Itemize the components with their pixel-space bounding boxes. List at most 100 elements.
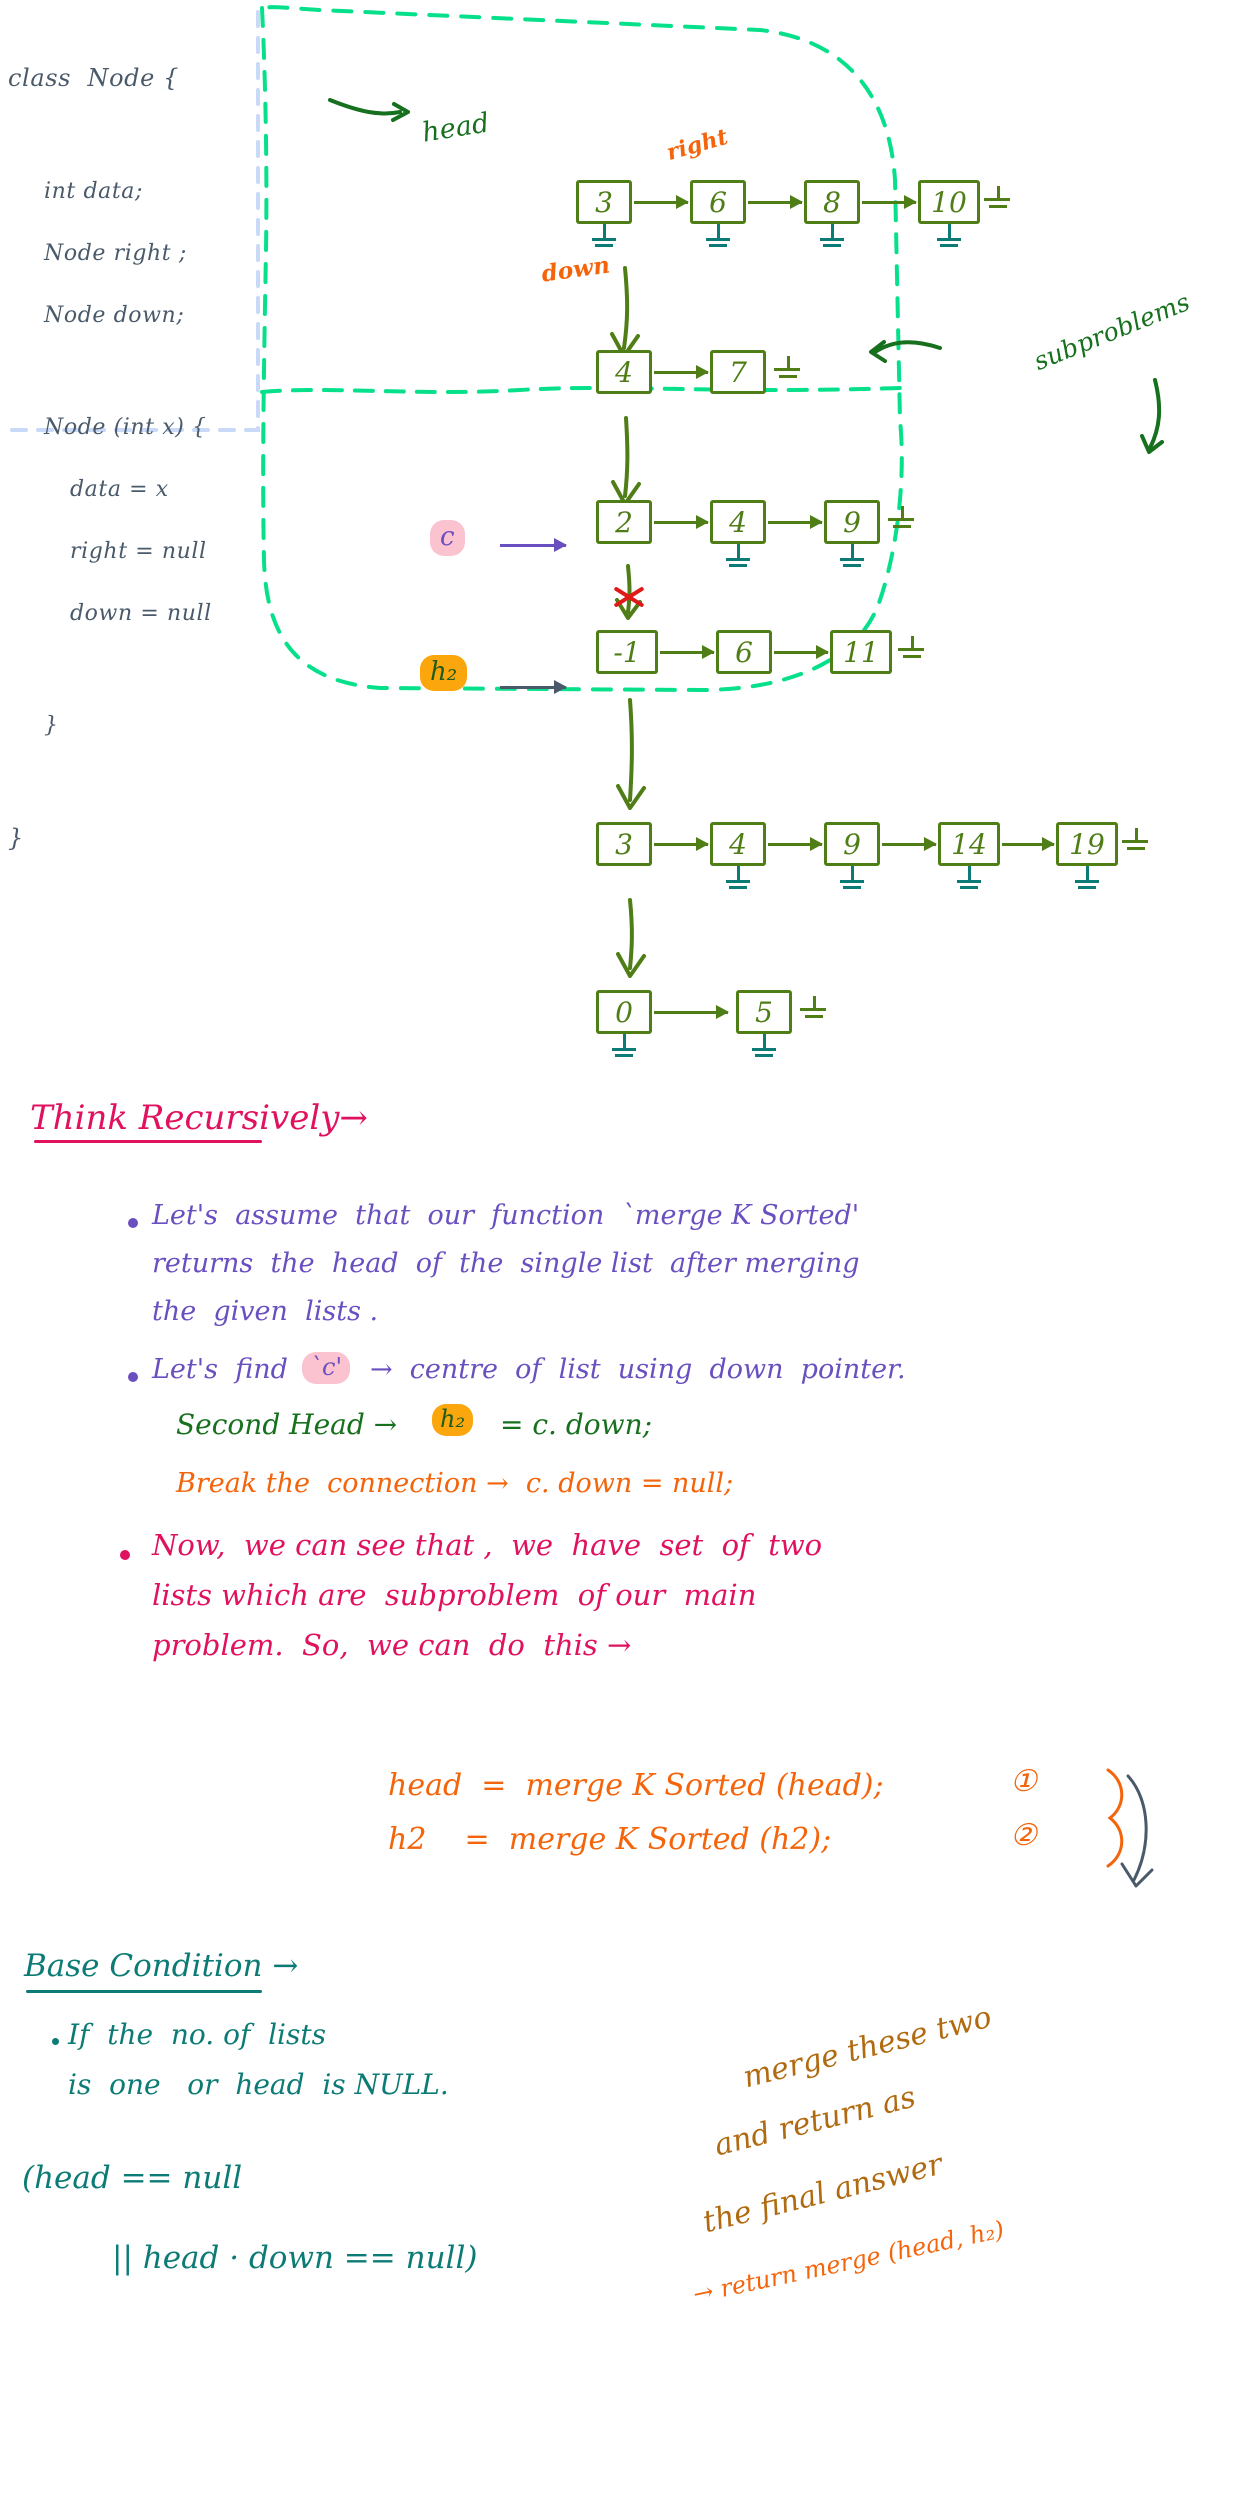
row1-null-terminator xyxy=(984,186,1012,212)
recursive-call-line-2: h2 = merge K Sorted (h2); xyxy=(388,1822,832,1857)
bullet-2-prefix: Let's find xyxy=(152,1354,288,1385)
node-row4-1: -1 xyxy=(596,630,658,674)
break-connection-line: Break the connection → c. down = null; xyxy=(176,1468,734,1499)
node-class-code-block: class Node { int data; Node right ; Node… xyxy=(8,28,212,889)
base-condition-line-2: is one or head is NULL. xyxy=(68,2068,449,2101)
subproblems-hook-shaft xyxy=(1148,378,1162,450)
second-head-equation: = c. down; xyxy=(500,1408,653,1441)
code-line-6: data = x xyxy=(70,477,169,503)
node-row1-2-down-stub xyxy=(705,224,731,247)
code-line-10: } xyxy=(8,823,24,852)
row5-null-terminator xyxy=(1122,828,1150,854)
merge-note-line-3: the final answer xyxy=(699,2146,946,2241)
bullet-3-line-1: Now, we can see that , we have set of tw… xyxy=(152,1528,823,1562)
code-line-4: Node down; xyxy=(44,303,185,329)
arrow-row3-2-3 xyxy=(768,515,823,529)
node-row3-3-down-stub xyxy=(839,544,865,567)
bullet-1-line-3: the given lists . xyxy=(152,1296,379,1327)
row3-null-terminator xyxy=(888,506,916,532)
code-line-2: int data; xyxy=(44,178,144,204)
think-recursively-heading: Think Recursively→ xyxy=(30,1098,368,1138)
node-row5-1: 3 xyxy=(596,822,652,866)
bullet-2-c-chip: `c' xyxy=(302,1352,351,1384)
bullet-3-line-3: problem. So, we can do this → xyxy=(152,1628,632,1662)
right-label: right xyxy=(663,123,731,167)
head-arrow-head xyxy=(391,102,410,122)
arrow-row4-2-3 xyxy=(774,645,829,659)
bullet-2-marker xyxy=(128,1372,138,1382)
merge-note-line-1: merge these two xyxy=(739,1999,996,2096)
base-condition-code-line-1: (head == null xyxy=(22,2160,243,2196)
think-recursively-underline xyxy=(34,1140,262,1143)
bullet-3-marker xyxy=(120,1550,130,1560)
code-line-7: right = null xyxy=(70,539,207,565)
recursive-call-2-number: ② xyxy=(1010,1818,1037,1853)
head-label: head xyxy=(420,107,492,149)
recursive-call-line-1: head = merge K Sorted (head); xyxy=(388,1768,884,1803)
subproblems-hook-head xyxy=(1140,434,1164,454)
node-row4-3: 11 xyxy=(830,630,892,674)
break-connection-x-icon xyxy=(612,580,646,614)
whiteboard-canvas: class Node { int data; Node right ; Node… xyxy=(0,0,1241,2500)
node-row1-4: 10 xyxy=(918,180,980,224)
node-row4-2: 6 xyxy=(716,630,772,674)
base-condition-code-line-2: || head · down == null) xyxy=(112,2240,478,2276)
arrow-row3-1-2 xyxy=(654,515,709,529)
centre-pointer-chip-c: c xyxy=(430,520,465,556)
code-line-8: down = null xyxy=(70,601,212,627)
down-label: down xyxy=(539,251,612,288)
node-row3-2-down-stub xyxy=(725,544,751,567)
node-row2-2: 7 xyxy=(710,350,766,394)
row2-null-terminator xyxy=(774,356,802,382)
recursive-call-1-number: ① xyxy=(1010,1764,1037,1799)
second-head-h2-chip: h₂ xyxy=(432,1404,474,1436)
node-row3-3: 9 xyxy=(824,500,880,544)
down-arrow-5-head xyxy=(616,952,646,978)
node-row5-3: 9 xyxy=(824,822,880,866)
code-line-1: class Node { xyxy=(8,63,180,92)
h2-to-node-arrow xyxy=(500,680,567,694)
down-arrow-5-shaft xyxy=(628,898,634,970)
node-row6-2-down-stub xyxy=(751,1034,777,1057)
bullet-2-suffix: → centre of list using down pointer. xyxy=(370,1354,906,1385)
base-bullet-marker xyxy=(52,2038,59,2045)
head-arrow-shaft xyxy=(328,98,402,116)
arrow-row6-1-2 xyxy=(654,1005,729,1019)
down-arrow-1-shaft xyxy=(622,266,630,350)
row4-null-terminator xyxy=(898,636,926,662)
subproblems-arrow-shaft xyxy=(873,340,942,354)
node-row6-1: 0 xyxy=(596,990,652,1034)
arrow-row1-2-3 xyxy=(748,195,803,209)
node-row3-2: 4 xyxy=(710,500,766,544)
bullet-3-line-2: lists which are subproblem of our main xyxy=(152,1578,757,1612)
subproblem-outer-dashed-boundary xyxy=(259,5,904,693)
base-condition-underline xyxy=(26,1990,262,1993)
list-split-dashed-line xyxy=(260,386,902,394)
arrow-row1-3-4 xyxy=(862,195,917,209)
c-to-node-arrow xyxy=(500,538,567,552)
merge-note-line-2: and return as xyxy=(710,2079,920,2164)
node-row6-2: 5 xyxy=(736,990,792,1034)
arrow-row4-1-2 xyxy=(660,645,715,659)
node-row3-1: 2 xyxy=(596,500,652,544)
node-row1-3: 8 xyxy=(804,180,860,224)
node-row1-3-down-stub xyxy=(819,224,845,247)
node-row5-5-down-stub xyxy=(1074,866,1100,889)
base-condition-heading: Base Condition → xyxy=(24,1948,299,1984)
arrow-row2-1-2 xyxy=(654,365,709,379)
row6-null-terminator xyxy=(800,996,828,1022)
node-row1-1-down-stub xyxy=(591,224,617,247)
node-row5-5: 19 xyxy=(1056,822,1118,866)
node-row5-4-down-stub xyxy=(956,866,982,889)
node-row1-4-down-stub xyxy=(936,224,962,247)
recursive-brace-2 xyxy=(1126,1774,1148,1882)
arrow-row1-1-2 xyxy=(634,195,689,209)
second-head-chip-h2: h₂ xyxy=(420,655,468,691)
node-row1-2: 6 xyxy=(690,180,746,224)
node-row5-3-down-stub xyxy=(839,866,865,889)
recursive-brace-arrowhead xyxy=(1120,1862,1154,1888)
node-row1-1: 3 xyxy=(576,180,632,224)
node-row5-2: 4 xyxy=(710,822,766,866)
arrow-row5-3-4 xyxy=(882,837,937,851)
bullet-1-line-1: Let's assume that our function `merge K … xyxy=(152,1200,860,1231)
